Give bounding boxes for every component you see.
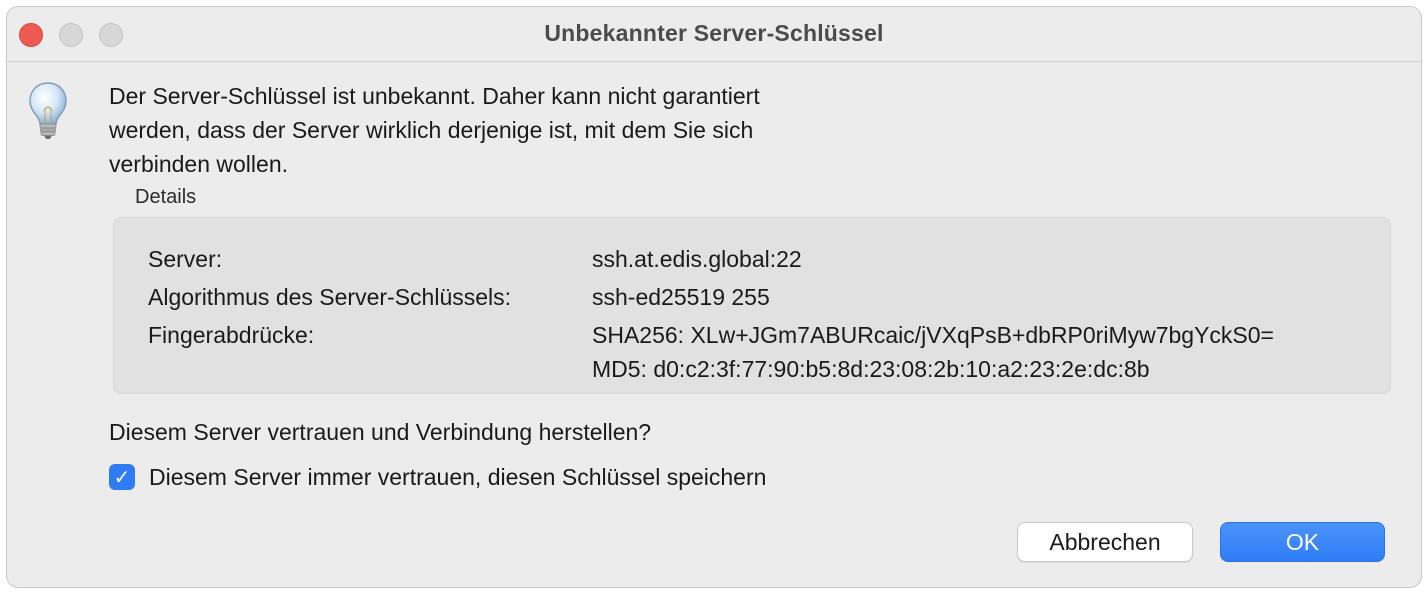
ok-button[interactable]: OK — [1220, 522, 1385, 562]
window-title: Unbekannter Server-Schlüssel — [544, 20, 884, 46]
algorithm-label: Algorithmus des Server-Schlüssels: — [148, 284, 512, 310]
dialog-window: Unbekannter Server-Schlüssel Der Server-… — [6, 6, 1422, 588]
message-line: werden, dass der Server wirklich derjeni… — [109, 117, 754, 143]
lightbulb-icon — [29, 82, 67, 139]
cancel-button[interactable]: Abbrechen — [1017, 522, 1193, 562]
title-bar[interactable]: Unbekannter Server-Schlüssel — [7, 7, 1421, 62]
checkmark-icon: ✓ — [113, 466, 131, 489]
fingerprint-md5: MD5: d0:c2:3f:77:90:b5:8d:23:08:2b:10:a2… — [592, 356, 1150, 382]
warning-message: Der Server-Schlüssel ist unbekannt. Dahe… — [109, 79, 909, 181]
details-panel: Server: ssh.at.edis.global:22 Algorithmu… — [113, 217, 1391, 394]
server-value: ssh.at.edis.global:22 — [592, 246, 802, 272]
trust-always-row[interactable]: ✓ Diesem Server immer vertrauen, diesen … — [109, 461, 766, 493]
message-line: Der Server-Schlüssel ist unbekannt. Dahe… — [109, 83, 760, 109]
fingerprint-sha256: SHA256: XLw+JGm7ABURcaic/jVXqPsB+dbRP0ri… — [592, 322, 1274, 348]
message-line: verbinden wollen. — [109, 151, 289, 177]
server-label: Server: — [148, 246, 223, 272]
fingerprints-label: Fingerabdrücke: — [148, 322, 315, 348]
trust-always-label[interactable]: Diesem Server immer vertrauen, diesen Sc… — [149, 464, 766, 491]
trust-always-checkbox[interactable]: ✓ — [109, 464, 135, 490]
trust-question: Diesem Server vertrauen und Verbindung h… — [109, 419, 652, 445]
details-heading: Details — [135, 186, 197, 208]
algorithm-value: ssh-ed25519 255 — [592, 284, 770, 310]
